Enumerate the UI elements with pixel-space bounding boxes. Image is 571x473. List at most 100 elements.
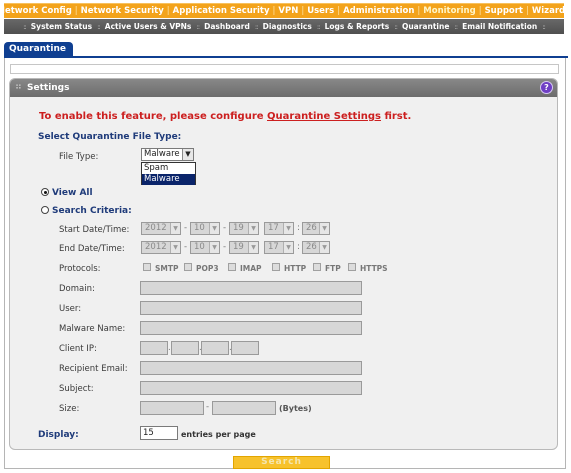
nav-separator: | xyxy=(526,6,529,16)
option-spam[interactable]: Spam xyxy=(142,163,195,174)
smtp-checkbox[interactable] xyxy=(143,263,151,271)
nav-vpn[interactable]: VPN xyxy=(278,6,298,16)
help-icon[interactable]: ? xyxy=(540,81,553,94)
message-bar xyxy=(10,64,559,74)
date-separator: - xyxy=(223,242,227,252)
start-day-value: 19 xyxy=(233,223,244,233)
pop3-label: POP3 xyxy=(196,264,219,273)
end-minute-select[interactable]: 26 ▼ xyxy=(302,241,330,254)
size-max-field[interactable] xyxy=(212,401,276,415)
chevron-down-icon: ▼ xyxy=(209,223,219,234)
chevron-down-icon: ▼ xyxy=(209,242,219,253)
subnav-separator: :: xyxy=(196,22,200,31)
imap-label: IMAP xyxy=(240,264,262,273)
quarantine-settings-link[interactable]: Quarantine Settings xyxy=(267,111,381,122)
file-type-section-title: Select Quarantine File Type: xyxy=(38,132,182,142)
end-minute-value: 26 xyxy=(306,242,317,252)
subnav-separator: :: xyxy=(394,22,398,31)
subnav-email-notification[interactable]: Email Notification xyxy=(462,22,537,31)
nav-wizards[interactable]: Wizards xyxy=(532,6,570,16)
client-ip-octet-2[interactable] xyxy=(171,341,199,355)
start-month-value: 10 xyxy=(194,223,205,233)
subnav-quarantine[interactable]: Quarantine xyxy=(402,22,449,31)
recipient-email-field[interactable] xyxy=(140,361,362,375)
size-label: Size: xyxy=(59,404,80,414)
subnav-separator: :: xyxy=(254,22,259,31)
pop3-checkbox[interactable] xyxy=(184,263,192,271)
sub-nav: :: System Status :: Active Users & VPNs … xyxy=(4,19,564,34)
search-criteria-radio[interactable] xyxy=(41,206,49,214)
display-label: Display: xyxy=(38,430,79,440)
end-month-select[interactable]: 10 ▼ xyxy=(190,241,220,254)
malware-name-field[interactable] xyxy=(140,321,362,335)
top-nav: | Network Config | Network Security | Ap… xyxy=(0,3,570,18)
start-hour-select[interactable]: 17 ▼ xyxy=(264,222,294,235)
end-year-select[interactable]: 2012 ▼ xyxy=(141,241,181,254)
end-hour-select[interactable]: 17 ▼ xyxy=(264,241,294,254)
view-all-radio[interactable] xyxy=(41,188,49,196)
subnav-diagnostics[interactable]: Diagnostics xyxy=(263,22,312,31)
client-ip-octet-1[interactable] xyxy=(140,341,168,355)
subject-field[interactable] xyxy=(140,381,362,395)
start-year-value: 2012 xyxy=(145,223,167,233)
chevron-down-icon: ▼ xyxy=(248,242,258,253)
subnav-separator: :: xyxy=(23,22,27,31)
subnav-separator: :: xyxy=(97,22,101,31)
nav-separator: | xyxy=(417,6,421,16)
nav-support[interactable]: Support xyxy=(485,6,523,16)
start-year-select[interactable]: 2012 ▼ xyxy=(141,222,181,235)
subnav-logs-reports[interactable]: Logs & Reports xyxy=(325,22,390,31)
start-minute-select[interactable]: 26 ▼ xyxy=(302,222,330,235)
chevron-down-icon: ▼ xyxy=(248,223,258,234)
end-day-value: 19 xyxy=(233,242,244,252)
search-button[interactable]: Search xyxy=(233,456,330,469)
date-separator: - xyxy=(223,223,227,233)
domain-field[interactable] xyxy=(140,281,362,295)
ftp-checkbox[interactable] xyxy=(313,263,321,271)
entries-per-page-input[interactable]: 15 xyxy=(140,426,178,440)
subject-label: Subject: xyxy=(59,384,94,394)
client-ip-octet-4[interactable] xyxy=(231,341,259,355)
tab-quarantine[interactable]: Quarantine xyxy=(4,42,73,57)
start-minute-value: 26 xyxy=(306,223,317,233)
nav-separator: | xyxy=(74,6,78,16)
https-label: HTTPS xyxy=(360,264,388,273)
subnav-separator: :: xyxy=(542,22,546,31)
nav-administration[interactable]: Administration xyxy=(343,6,414,16)
client-ip-label: Client IP: xyxy=(59,344,97,354)
settings-header: ∷ Settings ? xyxy=(10,79,557,97)
nav-application-security[interactable]: Application Security xyxy=(173,6,270,16)
chevron-down-icon: ▼ xyxy=(283,242,293,253)
option-malware[interactable]: Malware xyxy=(142,174,195,185)
entries-per-page-label: entries per page xyxy=(181,430,256,439)
warning-suffix: first. xyxy=(380,111,412,122)
nav-users[interactable]: Users xyxy=(307,6,334,16)
end-year-value: 2012 xyxy=(145,242,167,252)
grip-icon: ∷ xyxy=(16,83,21,91)
size-min-field[interactable] xyxy=(140,401,204,415)
user-field[interactable] xyxy=(140,301,362,315)
subnav-active-users-vpns[interactable]: Active Users & VPNs xyxy=(105,22,192,31)
http-checkbox[interactable] xyxy=(272,263,280,271)
file-type-select[interactable]: Malware ▼ xyxy=(141,148,194,161)
imap-checkbox[interactable] xyxy=(228,263,236,271)
start-month-select[interactable]: 10 ▼ xyxy=(190,222,220,235)
nav-separator: | xyxy=(272,6,276,16)
subnav-dashboard[interactable]: Dashboard xyxy=(204,22,250,31)
start-datetime-label: Start Date/Time: xyxy=(59,225,130,235)
https-checkbox[interactable] xyxy=(348,263,356,271)
start-day-select[interactable]: 19 ▼ xyxy=(229,222,259,235)
subnav-separator: :: xyxy=(316,22,321,31)
nav-monitoring[interactable]: Monitoring xyxy=(423,6,475,16)
chevron-down-icon[interactable]: ▼ xyxy=(182,149,193,160)
file-type-label: File Type: xyxy=(59,152,99,162)
warning-prefix: To enable this feature, please configure xyxy=(39,111,268,122)
client-ip-octet-3[interactable] xyxy=(201,341,229,355)
http-label: HTTP xyxy=(284,264,307,273)
subnav-system-status[interactable]: System Status xyxy=(31,22,92,31)
end-day-select[interactable]: 19 ▼ xyxy=(229,241,259,254)
nav-network-config[interactable]: Network Config xyxy=(0,6,72,16)
nav-separator: | xyxy=(301,6,305,16)
ftp-label: FTP xyxy=(325,264,341,273)
nav-network-security[interactable]: Network Security xyxy=(81,6,164,16)
